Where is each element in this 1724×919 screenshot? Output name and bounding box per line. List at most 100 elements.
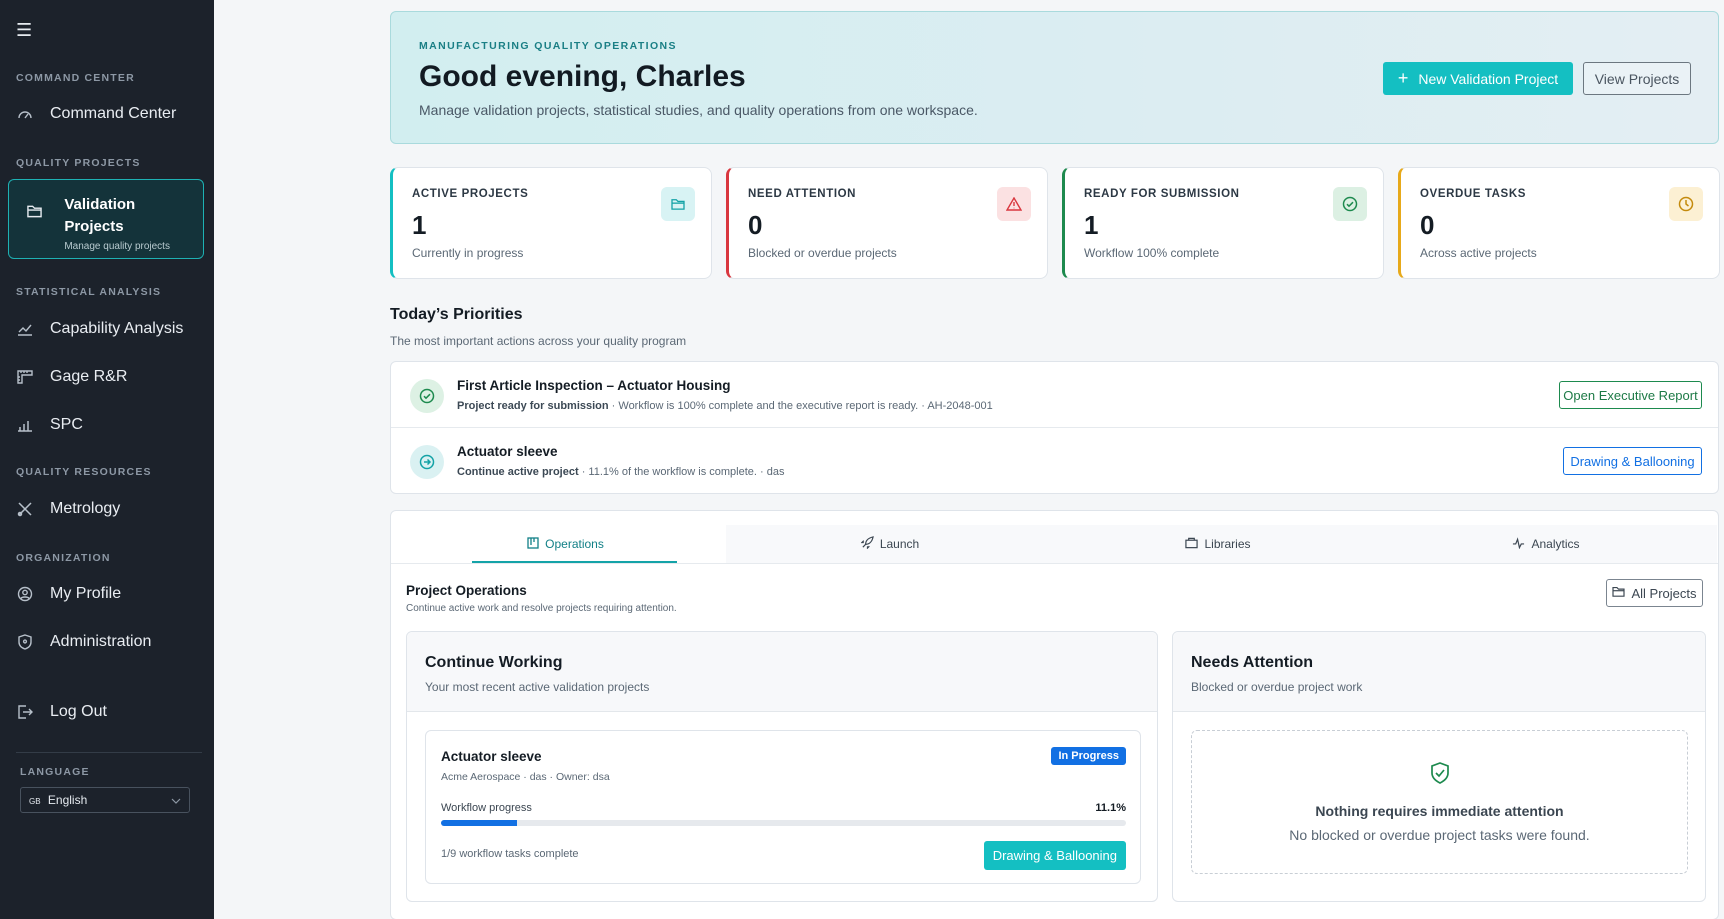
stat-value: 0 bbox=[1420, 210, 1435, 240]
sidebar-item-label: Metrology bbox=[50, 500, 121, 517]
project-card[interactable]: Actuator sleeve Acme Aerospace · das · O… bbox=[425, 730, 1141, 884]
progress-value: 11.1% bbox=[1095, 802, 1126, 814]
empty-desc: No blocked or overdue project tasks were… bbox=[1289, 827, 1590, 843]
card-title: Continue Working bbox=[425, 654, 563, 671]
check-circle-icon bbox=[410, 379, 444, 413]
stat-card-need-attention[interactable]: NEED ATTENTION 0 Blocked or overdue proj… bbox=[726, 167, 1048, 279]
priority-detail-text: · 11.1% of the workflow is complete. · d… bbox=[578, 466, 785, 478]
priority-lead: Continue active project bbox=[457, 466, 579, 478]
stat-desc: Across active projects bbox=[1420, 246, 1537, 260]
sidebar-item-sublabel: Manage quality projects bbox=[64, 241, 170, 252]
continue-working-card: Continue Working Your most recent active… bbox=[406, 631, 1158, 902]
bar-chart-icon bbox=[16, 416, 34, 434]
language-select[interactable]: GB English bbox=[20, 787, 190, 813]
menu-icon[interactable]: ☰ bbox=[16, 20, 32, 41]
sidebar-item-gage-rr[interactable]: Gage R&R bbox=[16, 360, 202, 394]
flag-label: GB bbox=[29, 797, 41, 806]
sidebar-item-label: Command Center bbox=[50, 105, 177, 122]
sidebar: ☰ COMMAND CENTER Command Center QUALITY … bbox=[0, 0, 214, 919]
empty-title: Nothing requires immediate attention bbox=[1315, 803, 1564, 819]
section-subtitle: Continue active work and resolve project… bbox=[406, 603, 677, 614]
sidebar-item-label: Capability Analysis bbox=[50, 320, 184, 337]
stat-card-ready-for-submission[interactable]: READY FOR SUBMISSION 1 Workflow 100% com… bbox=[1062, 167, 1384, 279]
section-label-quality-resources: QUALITY RESOURCES bbox=[16, 466, 152, 478]
tab-label: Launch bbox=[879, 537, 920, 551]
folder-icon bbox=[1612, 586, 1626, 600]
tab-operations[interactable]: Operations bbox=[405, 525, 726, 563]
drawing-ballooning-button[interactable]: Drawing & Ballooning bbox=[1563, 447, 1702, 475]
arrow-right-circle-icon bbox=[410, 445, 444, 479]
stat-value: 1 bbox=[1084, 210, 1099, 240]
all-projects-button[interactable]: All Projects bbox=[1606, 579, 1703, 607]
priority-lead: Project ready for submission bbox=[457, 400, 609, 412]
sidebar-item-command-center[interactable]: Command Center bbox=[16, 97, 202, 131]
section-label-command-center: COMMAND CENTER bbox=[16, 72, 135, 84]
stat-card-active-projects[interactable]: ACTIVE PROJECTS 1 Currently in progress bbox=[390, 167, 712, 279]
open-executive-report-button[interactable]: Open Executive Report bbox=[1559, 381, 1702, 409]
stat-desc: Blocked or overdue projects bbox=[748, 246, 897, 260]
archive-icon bbox=[1185, 537, 1199, 552]
progress-bar bbox=[441, 820, 1126, 826]
activity-icon bbox=[1512, 536, 1525, 552]
priority-detail-text: · Workflow is 100% complete and the exec… bbox=[608, 400, 993, 412]
folder-icon bbox=[27, 204, 42, 258]
clock-icon bbox=[1669, 187, 1703, 221]
tasks-complete: 1/9 workflow tasks complete bbox=[441, 848, 579, 860]
section-label-statistical-analysis: STATISTICAL ANALYSIS bbox=[16, 286, 162, 298]
sidebar-item-spc[interactable]: SPC bbox=[16, 408, 202, 442]
stat-value: 0 bbox=[748, 210, 763, 240]
tab-libraries[interactable]: Libraries bbox=[1054, 525, 1382, 563]
button-label: All Projects bbox=[1631, 585, 1697, 601]
folder-icon bbox=[661, 187, 695, 221]
card-title: Needs Attention bbox=[1191, 654, 1314, 671]
page-title: Good evening, Charles bbox=[419, 60, 746, 93]
language-selected: GB English bbox=[29, 793, 87, 807]
sidebar-item-metrology[interactable]: Metrology bbox=[16, 492, 202, 526]
sidebar-item-administration[interactable]: Administration bbox=[16, 625, 202, 659]
section-label-organization: ORGANIZATION bbox=[16, 552, 111, 564]
status-badge: In Progress bbox=[1051, 747, 1126, 765]
sidebar-item-capability-analysis[interactable]: Capability Analysis bbox=[16, 312, 202, 346]
section-label-quality-projects: QUALITY PROJECTS bbox=[16, 157, 141, 169]
priorities-subtitle: The most important actions across your q… bbox=[390, 334, 687, 348]
stat-desc: Currently in progress bbox=[412, 246, 524, 260]
shield-icon bbox=[16, 633, 34, 651]
sidebar-item-log-out[interactable]: Log Out bbox=[16, 695, 202, 729]
logout-icon bbox=[16, 703, 34, 721]
card-subtitle: Blocked or overdue project work bbox=[1191, 680, 1363, 694]
card-header: Continue Working Your most recent active… bbox=[407, 632, 1157, 712]
ruler-icon bbox=[16, 368, 34, 386]
new-validation-project-button[interactable]: + New Validation Project bbox=[1383, 62, 1573, 95]
tab-label: Libraries bbox=[1204, 537, 1251, 551]
sidebar-item-label: My Profile bbox=[50, 585, 122, 602]
needs-attention-card: Needs Attention Blocked or overdue proje… bbox=[1172, 631, 1706, 902]
stat-label: ACTIVE PROJECTS bbox=[412, 188, 529, 200]
tools-icon bbox=[16, 500, 34, 518]
trend-chart-icon bbox=[16, 320, 34, 338]
hero-banner: MANUFACTURING QUALITY OPERATIONS Good ev… bbox=[390, 11, 1719, 144]
empty-state: Nothing requires immediate attention No … bbox=[1191, 730, 1688, 874]
stat-card-overdue-tasks[interactable]: OVERDUE TASKS 0 Across active projects bbox=[1398, 167, 1720, 279]
language-label: English bbox=[47, 793, 88, 807]
tab-analytics[interactable]: Analytics bbox=[1382, 525, 1710, 563]
sidebar-item-label: Log Out bbox=[50, 703, 107, 720]
sidebar-item-validation-projects[interactable]: Validation Projects Manage quality proje… bbox=[8, 179, 204, 259]
sidebar-item-my-profile[interactable]: My Profile bbox=[16, 577, 202, 611]
tab-divider bbox=[391, 563, 1718, 564]
sidebar-item-label: Gage R&R bbox=[50, 368, 128, 385]
warning-icon bbox=[997, 187, 1031, 221]
rocket-icon bbox=[860, 536, 874, 552]
tab-launch[interactable]: Launch bbox=[726, 525, 1054, 563]
gauge-icon bbox=[16, 105, 34, 123]
stat-value: 1 bbox=[412, 210, 427, 240]
card-subtitle: Your most recent active validation proje… bbox=[425, 680, 650, 694]
stat-label: READY FOR SUBMISSION bbox=[1084, 188, 1240, 200]
sidebar-item-label: Administration bbox=[50, 633, 152, 650]
plus-icon: + bbox=[1397, 68, 1409, 88]
shield-check-icon bbox=[1192, 761, 1687, 785]
chevron-down-icon bbox=[171, 793, 181, 807]
view-projects-button[interactable]: View Projects bbox=[1583, 62, 1691, 95]
drawing-ballooning-button[interactable]: Drawing & Ballooning bbox=[983, 841, 1126, 870]
priority-title: Actuator sleeve bbox=[457, 444, 558, 459]
tab-label: Operations bbox=[545, 537, 604, 551]
